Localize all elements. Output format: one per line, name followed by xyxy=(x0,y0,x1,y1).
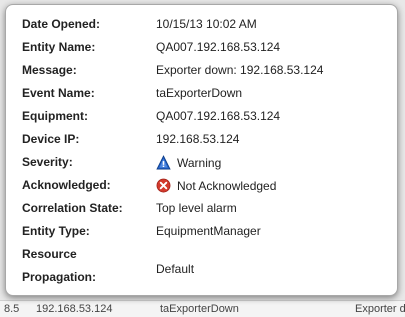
detail-value: Top level alarm xyxy=(156,201,237,215)
detail-label: Correlation State: xyxy=(22,201,123,215)
severity-value: Warning xyxy=(156,155,221,170)
detail-row-equipment: Equipment: QA007.192.168.53.124 xyxy=(6,105,397,128)
detail-row-acknowledged: Acknowledged: Not Acknowledged xyxy=(6,174,397,197)
detail-label-line1: Resource xyxy=(22,247,77,261)
detail-value: taExporterDown xyxy=(156,86,243,100)
detail-row-entity-type: Entity Type: EquipmentManager xyxy=(6,220,397,243)
background-cell: taExporterDown xyxy=(160,303,239,315)
detail-label: Entity Type: xyxy=(22,224,90,238)
background-table-row[interactable]: 8.5 192.168.53.124 taExporterDown Export… xyxy=(0,300,405,317)
detail-value: 10/15/13 10:02 AM xyxy=(156,17,257,31)
detail-row-severity: Severity: Warning xyxy=(6,151,397,174)
detail-row-event-name: Event Name: taExporterDown xyxy=(6,82,397,105)
acknowledged-value: Not Acknowledged xyxy=(156,178,276,193)
background-cell: 192.168.53.124 xyxy=(36,303,113,315)
detail-label: Device IP: xyxy=(22,132,80,146)
detail-label: Entity Name: xyxy=(22,40,96,54)
detail-label-line2: Propagation: xyxy=(22,270,96,284)
detail-row-device-ip: Device IP: 192.168.53.124 xyxy=(6,128,397,151)
detail-row-message: Message: Exporter down: 192.168.53.124 xyxy=(6,59,397,82)
background-cell: Exporter do xyxy=(355,303,405,315)
detail-value: Default xyxy=(156,262,195,276)
detail-row-correlation-state: Correlation State: Top level alarm xyxy=(6,197,397,220)
detail-row-date-opened: Date Opened: 10/15/13 10:02 AM xyxy=(6,13,397,36)
detail-label: Equipment: xyxy=(22,109,88,123)
detail-label: Event Name: xyxy=(22,86,95,100)
background-cell: 8.5 xyxy=(4,303,20,315)
severity-text: Warning xyxy=(177,155,222,170)
detail-label: Message: xyxy=(22,63,77,77)
warning-triangle-icon xyxy=(156,155,171,170)
red-x-circle-icon xyxy=(156,178,171,193)
detail-value: QA007.192.168.53.124 xyxy=(156,40,281,54)
detail-row-entity-name: Entity Name: QA007.192.168.53.124 xyxy=(6,36,397,59)
detail-value: Exporter down: 192.168.53.124 xyxy=(156,63,324,77)
alarm-details-tooltip: Date Opened: 10/15/13 10:02 AM Entity Na… xyxy=(5,4,398,296)
acknowledged-text: Not Acknowledged xyxy=(177,178,277,193)
detail-value: QA007.192.168.53.124 xyxy=(156,109,281,123)
detail-label: Acknowledged: xyxy=(22,178,111,192)
detail-label: Date Opened: xyxy=(22,17,101,31)
detail-value: 192.168.53.124 xyxy=(156,132,240,146)
detail-label: Severity: xyxy=(22,155,73,169)
detail-value: EquipmentManager xyxy=(156,224,261,238)
